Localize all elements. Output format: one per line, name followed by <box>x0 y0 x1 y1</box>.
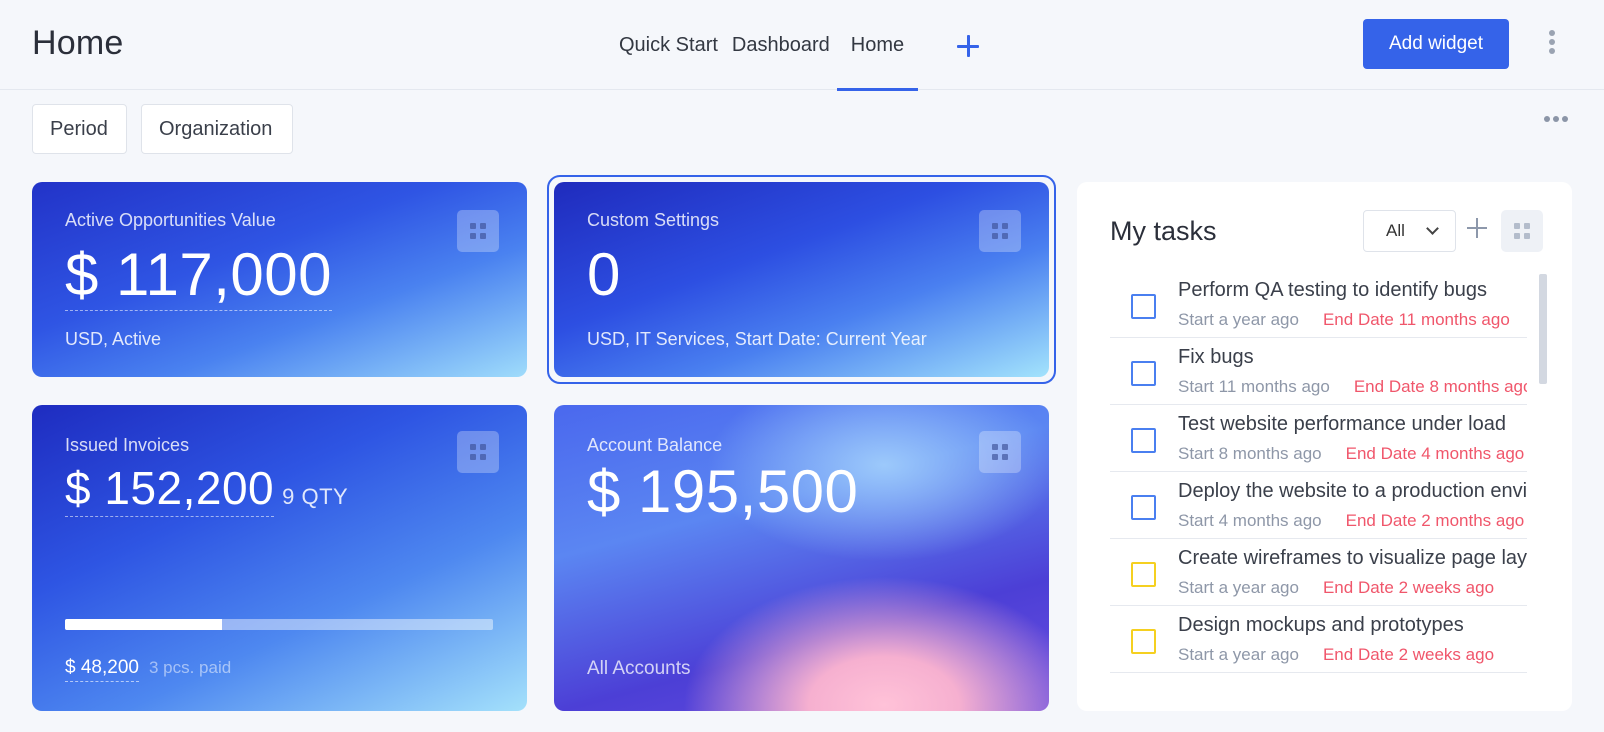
task-name[interactable]: Test website performance under load <box>1178 413 1527 436</box>
task-name[interactable]: Design mockups and prototypes <box>1178 614 1527 637</box>
task-item[interactable]: Test website performance under load Star… <box>1110 405 1527 472</box>
chevron-down-icon <box>1426 222 1439 235</box>
add-widget-button[interactable]: Add widget <box>1363 19 1509 69</box>
widget-value[interactable]: $ 117,000 <box>65 240 332 311</box>
widget-label: Issued Invoices <box>65 435 190 455</box>
widget-value: 0 <box>587 241 621 308</box>
horizontal-dots-icon[interactable] <box>1544 116 1570 126</box>
vertical-dots-icon[interactable] <box>1544 30 1560 60</box>
task-checkbox[interactable] <box>1131 495 1156 520</box>
drag-handle-icon[interactable] <box>979 210 1021 252</box>
task-name[interactable]: Fix bugs <box>1178 346 1527 369</box>
tasks-filter-value: All <box>1386 221 1405 240</box>
tab-dashboard[interactable]: Dashboard <box>725 0 837 90</box>
task-dates: Start 11 months ago End Date 8 months ago <box>1178 377 1527 396</box>
task-name[interactable]: Deploy the website to a production envir… <box>1178 480 1527 503</box>
drag-handle-icon[interactable] <box>979 431 1021 473</box>
tab-home[interactable]: Home <box>836 0 919 91</box>
scrollbar-thumb[interactable] <box>1539 274 1547 384</box>
task-item[interactable]: Fix bugs Start 11 months ago End Date 8 m… <box>1110 338 1527 405</box>
task-dates: Start a year ago End Date 2 weeks ago <box>1178 645 1495 664</box>
dashboard-tabs: Quick Start Dashboard Home <box>612 0 919 91</box>
qty-count: 9 QTY <box>282 484 349 509</box>
payment-progress-bar <box>65 619 493 630</box>
issued-invoices-widget[interactable]: Issued Invoices $ 152,200 9 QTY $ 48,200 … <box>32 405 527 711</box>
active-opportunities-widget[interactable]: Active Opportunities Value $ 117,000 USD… <box>32 182 527 377</box>
task-dates: Start a year ago End Date 2 weeks ago <box>1178 578 1495 597</box>
widget-subtitle: All Accounts <box>587 658 691 679</box>
tab-quick-start[interactable]: Quick Start <box>612 0 725 90</box>
task-checkbox[interactable] <box>1131 361 1156 386</box>
tasks-title: My tasks <box>1110 216 1217 246</box>
drag-handle-icon[interactable] <box>457 431 499 473</box>
task-dates: Start a year ago End Date 11 months ago <box>1178 310 1510 329</box>
task-item[interactable]: Create wireframes to visualize page layo… <box>1110 539 1527 606</box>
task-item[interactable]: Deploy the website to a production envir… <box>1110 472 1527 539</box>
widget-label: Account Balance <box>587 435 723 455</box>
task-name[interactable]: Perform QA testing to identify bugs <box>1178 279 1527 302</box>
task-dates: Start 4 months ago End Date 2 months ago <box>1178 511 1525 530</box>
task-checkbox[interactable] <box>1131 562 1156 587</box>
task-checkbox[interactable] <box>1131 629 1156 654</box>
page-title: Home <box>32 24 124 62</box>
widget-label: Active Opportunities Value <box>65 210 276 230</box>
drag-handle-icon[interactable] <box>457 210 499 252</box>
task-checkbox[interactable] <box>1131 428 1156 453</box>
task-list: Perform QA testing to identify bugs Star… <box>1110 271 1527 691</box>
task-item[interactable]: Design mockups and prototypes Start a ye… <box>1110 606 1527 673</box>
paid-summary: $ 48,200 3 pcs. paid <box>65 657 231 682</box>
paid-note: 3 pcs. paid <box>148 658 232 677</box>
task-name[interactable]: Create wireframes to visualize page layo… <box>1178 547 1527 570</box>
add-task-plus-icon[interactable] <box>1467 218 1487 238</box>
task-dates: Start 8 months ago End Date 4 months ago <box>1178 444 1525 463</box>
task-item[interactable]: Perform QA testing to identify bugs Star… <box>1110 271 1527 338</box>
paid-amount[interactable]: $ 48,200 <box>65 657 139 682</box>
task-list-scrollbar[interactable] <box>1539 274 1547 690</box>
widget-subtitle: USD, IT Services, Start Date: Current Ye… <box>587 329 927 349</box>
tasks-filter-select[interactable]: All <box>1363 210 1456 252</box>
widget-value: $ 195,500 <box>587 458 859 525</box>
widget-value[interactable]: $ 152,200 9 QTY <box>65 461 349 517</box>
widget-subtitle: USD, Active <box>65 329 162 349</box>
drag-handle-icon[interactable] <box>1501 210 1543 252</box>
my-tasks-widget: My tasks All Perform QA testing to ident… <box>1077 182 1572 711</box>
widget-label: Custom Settings <box>587 210 720 230</box>
top-bar: Home Quick Start Dashboard Home Add widg… <box>0 0 1604 91</box>
add-tab-plus-icon[interactable] <box>955 32 981 58</box>
payment-progress-fill <box>65 619 223 630</box>
custom-settings-widget[interactable]: Custom Settings 0 USD, IT Services, Star… <box>554 182 1049 377</box>
organization-filter-button[interactable]: Organization <box>141 104 293 154</box>
period-filter-button[interactable]: Period <box>32 104 127 154</box>
account-balance-widget[interactable]: Account Balance $ 195,500 All Accounts <box>554 405 1049 711</box>
task-checkbox[interactable] <box>1131 294 1156 319</box>
